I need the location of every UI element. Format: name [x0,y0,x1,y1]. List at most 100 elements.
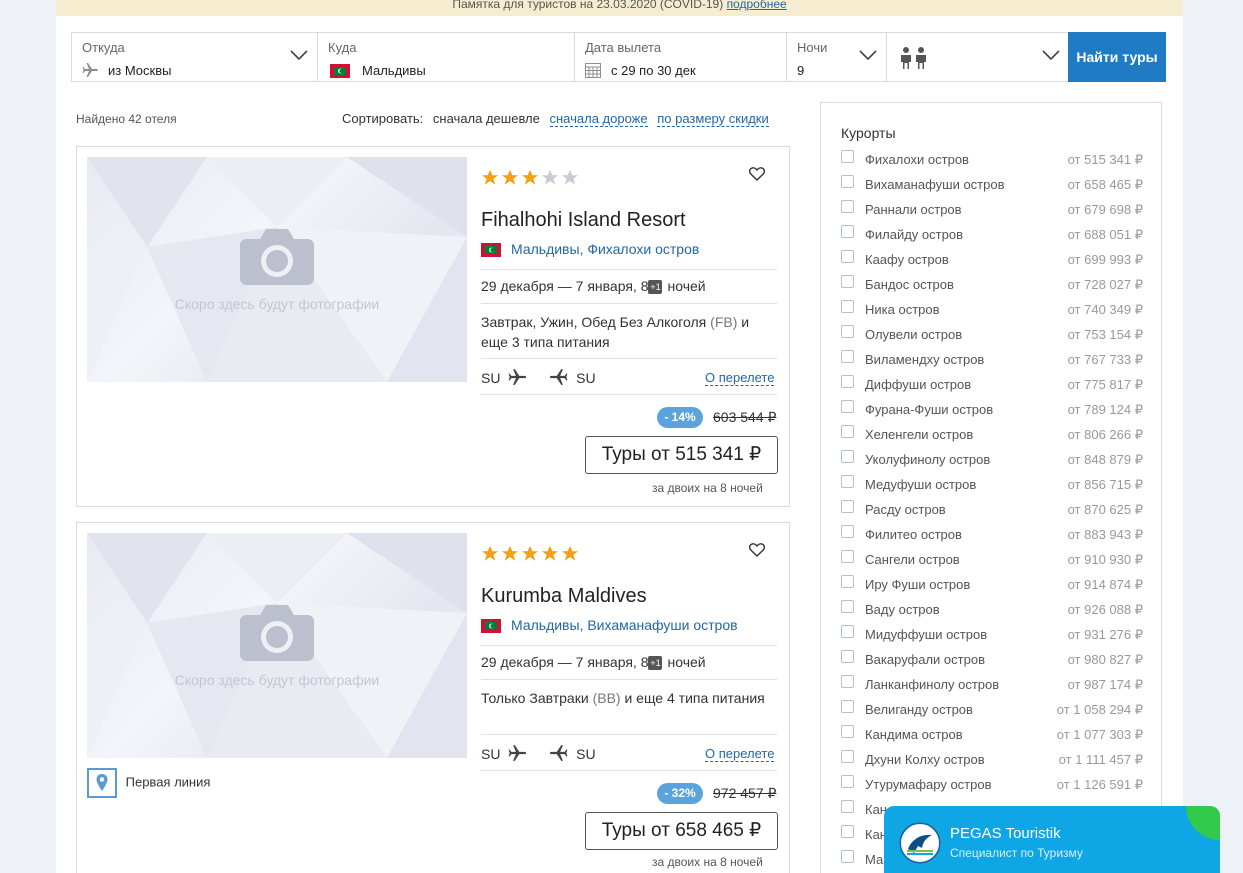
sort-discount[interactable]: по размеру скидки [657,111,769,127]
resort-filter-item[interactable]: Мидуффуши остров от 931 276 ₽ [841,625,1143,645]
resort-filter-item[interactable]: Хеленгели остров от 806 266 ₽ [841,425,1143,445]
date-field[interactable]: Дата вылета с 29 по 30 дек [574,32,787,82]
resort-filter-item[interactable]: Расду остров от 870 625 ₽ [841,500,1143,520]
find-tours-button[interactable]: Найти туры [1068,32,1166,82]
resort-checkbox[interactable] [841,250,854,263]
resort-name: Дхуни Колху остров [865,752,985,767]
hotel-name[interactable]: Fihalhohi Island Resort [481,209,686,232]
resort-filter-item[interactable]: Дхуни Колху остров от 1 111 457 ₽ [841,750,1143,770]
to-field[interactable]: Куда Мальдивы [317,32,575,82]
resorts-filter: Курорты Фихалохи остров от 515 341 ₽ Вихам… [820,102,1162,873]
resort-filter-item[interactable]: Вихаманафуши остров от 658 465 ₽ [841,175,1143,195]
resort-checkbox[interactable] [841,800,854,813]
hotel-resort[interactable]: Фихалохи остров [587,241,699,257]
resort-checkbox[interactable] [841,225,854,238]
hotel-photo-placeholder[interactable]: Скоро здесь будут фотографии [87,533,467,758]
sort-cheap[interactable]: сначала дешевле [433,111,540,126]
resort-checkbox[interactable] [841,425,854,438]
resort-name: Утурумафару остров [865,777,992,792]
resort-filter-item[interactable]: Бандос остров от 728 027 ₽ [841,275,1143,295]
hotel-location[interactable]: Мальдивы, Фихалохи остров [481,241,699,258]
flight-details-link[interactable]: О перелете [705,370,775,386]
resort-checkbox[interactable] [841,150,854,163]
resort-filter-item[interactable]: Медуфуши остров от 856 715 ₽ [841,475,1143,495]
hotel-photo-placeholder[interactable]: Скоро здесь будут фотографии [87,157,467,382]
date-label: Дата вылета [585,40,662,55]
resort-filter-item[interactable]: Ваду остров от 926 088 ₽ [841,600,1143,620]
resort-filter-item[interactable]: Ланканфинолу остров от 987 174 ₽ [841,675,1143,695]
resort-checkbox[interactable] [841,325,854,338]
resort-checkbox[interactable] [841,775,854,788]
resort-filter-item[interactable]: Иру Фуши остров от 914 874 ₽ [841,575,1143,595]
tourists-field[interactable] [886,32,1069,82]
resort-filter-item[interactable]: Филитео остров от 883 943 ₽ [841,525,1143,545]
resort-filter-item[interactable]: Виламендху остров от 767 733 ₽ [841,350,1143,370]
resort-checkbox[interactable] [841,625,854,638]
found-count: Найдено 42 отеля [76,112,177,126]
hotel-country[interactable]: Мальдивы [511,241,580,257]
resort-checkbox[interactable] [841,700,854,713]
resort-checkbox[interactable] [841,525,854,538]
resort-checkbox[interactable] [841,725,854,738]
sort-expensive[interactable]: сначала дороже [549,111,648,127]
resort-filter-item[interactable]: Уколуфинолу остров от 848 879 ₽ [841,450,1143,470]
meal-info: Завтрак, Ужин, Обед Без Алкоголя (FB) и … [481,312,777,352]
hotel-name[interactable]: Kurumba Maldives [481,585,647,608]
nights-field[interactable]: Ночи 9 [786,32,887,82]
resort-filter-item[interactable]: Сангели остров от 910 930 ₽ [841,550,1143,570]
resort-filter-item[interactable]: Каафу остров от 699 993 ₽ [841,250,1143,270]
resort-name: Сангели остров [865,552,960,567]
resort-price: от 987 174 ₽ [1067,677,1143,692]
resort-filter-item[interactable]: Кандима остров от 1 077 303 ₽ [841,725,1143,745]
resort-price: от 1 077 303 ₽ [1056,727,1143,742]
resort-filter-item[interactable]: Раннали остров от 679 698 ₽ [841,200,1143,220]
notice-link[interactable]: подробнее [727,0,787,11]
resort-checkbox[interactable] [841,350,854,363]
tourists-icon [901,47,926,69]
resort-checkbox[interactable] [841,750,854,763]
resort-filter-item[interactable]: Олувели остров от 753 154 ₽ [841,325,1143,345]
resort-checkbox[interactable] [841,600,854,613]
resort-checkbox[interactable] [841,550,854,563]
favorite-heart-icon[interactable] [749,543,765,557]
resort-filter-item[interactable]: Филайду остров от 688 051 ₽ [841,225,1143,245]
chat-widget[interactable]: PEGAS Touristik Специалист по Туризму [884,806,1220,873]
resort-checkbox[interactable] [841,650,854,663]
resort-checkbox[interactable] [841,850,854,863]
resort-checkbox[interactable] [841,300,854,313]
resort-checkbox[interactable] [841,450,854,463]
hotel-country[interactable]: Мальдивы [511,617,580,633]
flight-info: SU SU [481,744,596,762]
hotel-card[interactable]: Скоро здесь будут фотографии Первая лини… [76,522,790,873]
resort-price: от 767 733 ₽ [1067,352,1143,367]
favorite-heart-icon[interactable] [749,167,765,181]
hotel-resort[interactable]: Вихаманафуши остров [587,617,737,633]
resort-checkbox[interactable] [841,675,854,688]
star-icon [541,169,559,185]
photo-caption: Скоро здесь будут фотографии [174,296,380,312]
meal-text: Завтрак, Ужин, Обед Без Алкоголя [481,314,707,330]
resort-checkbox[interactable] [841,375,854,388]
resort-checkbox[interactable] [841,575,854,588]
resort-checkbox[interactable] [841,200,854,213]
resort-filter-item[interactable]: Фихалохи остров от 515 341 ₽ [841,150,1143,170]
resort-filter-item[interactable]: Диффуши остров от 775 817 ₽ [841,375,1143,395]
resort-filter-item[interactable]: Велигандy остров от 1 058 294 ₽ [841,700,1143,720]
resort-filter-item[interactable]: Фурана-Фуши остров от 789 124 ₽ [841,400,1143,420]
resort-filter-item[interactable]: Вакаруфали остров от 980 827 ₽ [841,650,1143,670]
resort-checkbox[interactable] [841,175,854,188]
resort-filter-item[interactable]: Утурумафару остров от 1 126 591 ₽ [841,775,1143,795]
resort-checkbox[interactable] [841,400,854,413]
flight-details-link[interactable]: О перелете [705,746,775,762]
resort-checkbox[interactable] [841,825,854,838]
tour-price-button[interactable]: Туры от 515 341 ₽ [585,436,778,474]
resort-checkbox[interactable] [841,500,854,513]
resort-checkbox[interactable] [841,475,854,488]
divider [481,734,777,735]
hotel-location[interactable]: Мальдивы, Вихаманафуши остров [481,617,738,634]
resort-checkbox[interactable] [841,275,854,288]
resort-filter-item[interactable]: Ника остров от 740 349 ₽ [841,300,1143,320]
from-field[interactable]: Откуда из Москвы [71,32,318,82]
tour-price-button[interactable]: Туры от 658 465 ₽ [585,812,778,850]
hotel-card[interactable]: Скоро здесь будут фотографии Fihalhohi I… [76,146,790,507]
